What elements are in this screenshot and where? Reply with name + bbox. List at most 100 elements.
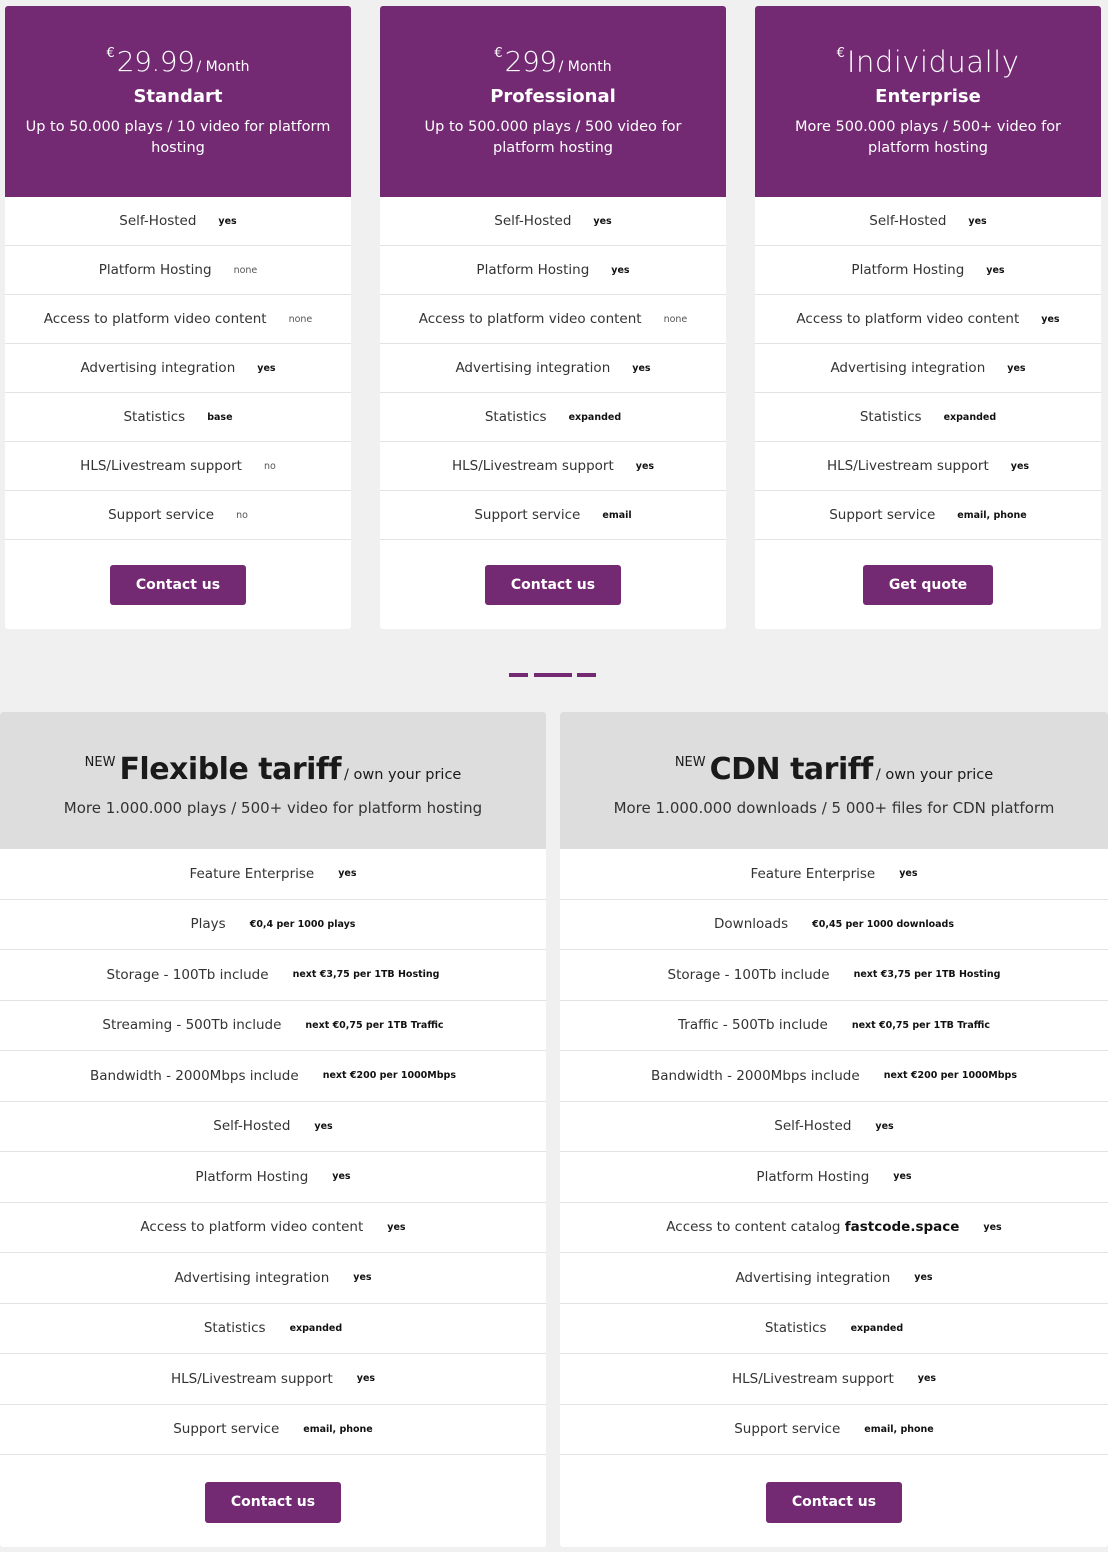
feature-label: HLS/Livestream support [451,458,614,474]
feature-value: base [207,411,233,423]
feature-value: yes [338,868,357,880]
feature-value: next €0,75 per 1TB Traffic [851,1019,990,1031]
feature-value: yes [387,1221,406,1233]
feature-row-statistics: Statistics expanded [560,1304,1108,1354]
feature-value: yes [893,1171,912,1183]
tariff-name: Flexible tariff [119,752,342,787]
feature-label-text: Bandwidth - 2000Mbps include [650,1067,860,1084]
feature-label: Feature Enterprise [750,866,875,882]
feature-label: Platform Hosting [476,262,590,278]
tariff-header: NEW CDN tariff / own your price More 1.000… [560,712,1108,849]
contact-us-button[interactable]: Contact us [484,564,622,605]
feature-label: Plays [191,916,226,932]
feature-value: next €3,75 per 1TB Hosting [853,969,1001,981]
feature-row-hls-livestream-support: HLS/Livestream support yes [380,442,726,491]
feature-label: Self-Hosted [494,213,572,229]
feature-label: Storage - 100Tb include [107,967,269,983]
tariff-card-flexible: NEW Flexible tariff / own your price More … [0,712,546,1547]
feature-value: yes [593,215,612,227]
feature-label: Platform Hosting [756,1169,869,1185]
feature-value: email, phone [303,1423,373,1435]
feature-label: Traffic - 500Tb include [678,1017,828,1033]
price-period: / Month [558,59,612,75]
catalog-link[interactable]: fastcode.space [845,1219,960,1235]
feature-value: yes [875,1120,894,1132]
feature-row-feature-enterprise: Feature Enterprise yes [0,849,546,900]
feature-row-hls-livestream-support: HLS/Livestream support yes [755,442,1101,491]
feature-row-hls-livestream-support: HLS/Livestream support yes [0,1354,546,1405]
feature-value: yes [635,460,655,472]
feature-label: Statistics [204,1320,266,1336]
feature-row-platform-hosting: Platform Hosting yes [0,1152,546,1203]
feature-row-access-to-content-catalog: Access to content catalog fastcode.space… [560,1203,1108,1253]
feature-value: yes [917,1373,937,1385]
feature-row-bandwidth-2000mbps-include: Bandwidth - 2000Mbps include next €200 p… [0,1051,546,1102]
plans-row: €29.99/ Month Standart Up to 50.000 play… [5,6,1101,629]
feature-row-platform-hosting: Platform Hosting yes [560,1152,1108,1203]
feature-row-access-to-platform-video-content: Access to platform video content yes [0,1203,546,1253]
feature-label: Access to platform video content [140,1219,363,1235]
feature-label: Self-Hosted [774,1118,851,1134]
feature-row-advertising-integration: Advertising integration yes [380,344,726,393]
feature-row-platform-hosting: Platform Hosting none [5,246,351,295]
feature-label: Statistics [859,409,922,425]
feature-label: Self-Hosted [213,1118,290,1134]
feature-row-statistics: Statistics base [5,393,351,442]
contact-us-button[interactable]: Contact us [109,564,247,605]
feature-label: Support service [734,1421,840,1437]
feature-row-hls-livestream-support: HLS/Livestream support no [5,442,351,491]
feature-list: Self-Hosted yes Platform Hosting yes Acc… [380,197,726,540]
feature-value: yes [257,362,276,374]
plan-header: €Individually Enterprise More 500.000 pl… [755,6,1101,197]
feature-label: Advertising integration [455,360,611,376]
feature-row-traffic-500tb-include: Traffic - 500Tb include next €0,75 per 1… [560,1001,1108,1051]
feature-label-text: Platform Hosting [756,1168,870,1185]
feature-row-hls-livestream-support: HLS/Livestream support yes [560,1354,1108,1405]
tariff-description: More 1.000.000 downloads / 5 000+ files … [613,799,1055,817]
plan-name: Professional [490,86,616,107]
feature-label: Platform Hosting [195,1169,308,1185]
feature-row-self-hosted: Self-Hosted yes [5,197,351,246]
feature-value: next €3,75 per 1TB Hosting [292,969,440,981]
price: €299/ Month [380,43,726,81]
feature-value: yes [314,1120,333,1132]
feature-label-text: Streaming - 500Tb include [102,1017,282,1034]
feature-value: yes [632,362,651,374]
feature-value: no [236,509,248,521]
feature-label-text: Access to platform video content [140,1219,364,1236]
plan-name: Enterprise [875,86,981,107]
feature-row-advertising-integration: Advertising integration yes [5,344,351,393]
contact-us-button[interactable]: Contact us [204,1481,342,1523]
feature-value: email, phone [864,1423,934,1435]
plan-header: €299/ Month Professional Up to 500.000 p… [380,6,726,197]
feature-value: yes [332,1171,351,1183]
feature-value: no [263,460,276,472]
feature-label: HLS/Livestream support [732,1371,894,1387]
currency-symbol: € [106,46,115,61]
feature-row-bandwidth-2000mbps-include: Bandwidth - 2000Mbps include next €200 p… [560,1051,1108,1102]
feature-label-text: Support service [173,1421,280,1438]
contact-us-button[interactable]: Contact us [765,1481,903,1523]
plan-description: Up to 500.000 plays / 500 video for plat… [424,119,682,156]
feature-row-access-to-platform-video-content: Access to platform video content none [5,295,351,344]
feature-value: next €200 per 1000Mbps [322,1070,457,1082]
get-quote-button[interactable]: Get quote [862,564,994,605]
feature-label: Support service [829,507,936,523]
pager-dot[interactable] [577,673,596,677]
feature-value: expanded [289,1322,343,1334]
pager-dot-active[interactable] [534,673,572,677]
feature-label-text: Downloads [714,916,789,933]
feature-label: HLS/Livestream support [80,458,242,474]
feature-value: none [663,313,688,325]
feature-value: yes [983,1221,1002,1233]
feature-label: Feature Enterprise [189,866,314,882]
new-badge: NEW [84,755,116,770]
feature-label-text: Feature Enterprise [750,865,876,882]
feature-list: Feature Enterprise yes Downloads €0,45 p… [560,849,1108,1455]
feature-row-plays: Plays €0,4 per 1000 plays [0,900,546,950]
feature-label-text: Bandwidth - 2000Mbps include [89,1067,299,1084]
feature-label: Platform Hosting [98,262,212,278]
pager-dot[interactable] [509,673,528,677]
new-badge: NEW [674,755,706,770]
tariff-title: NEW CDN tariff / own your price [560,750,1108,790]
